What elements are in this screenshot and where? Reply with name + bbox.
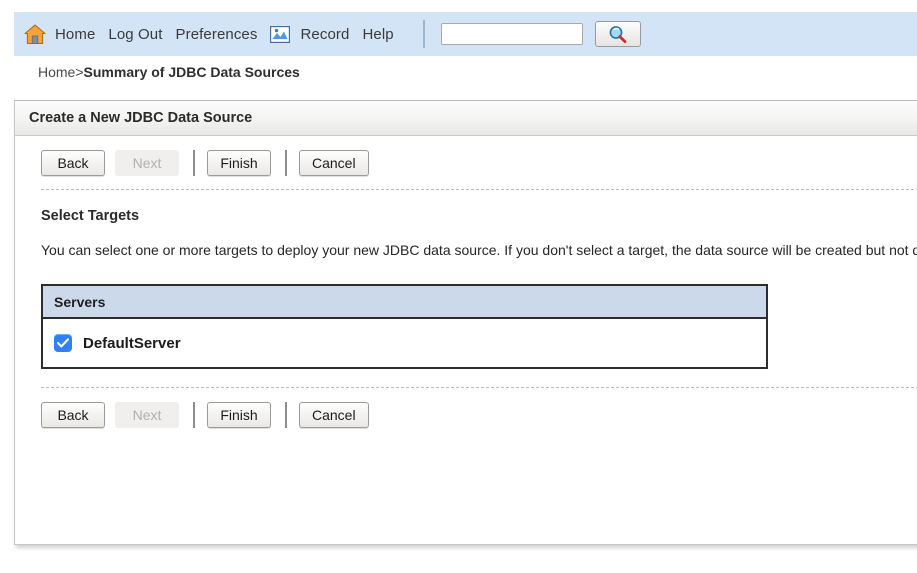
- finish-button-top[interactable]: Finish: [207, 150, 271, 176]
- server-name-label: DefaultServer: [83, 334, 181, 352]
- home-icon[interactable]: [24, 23, 46, 45]
- bottom-bar-wrap: Back Next Finish Cancel: [15, 369, 917, 441]
- panel-body: Back Next Finish Cancel Select Targets Y…: [15, 136, 917, 441]
- servers-table-header: Servers: [43, 286, 766, 319]
- toolbar-divider: [422, 20, 425, 48]
- check-icon: [57, 338, 69, 348]
- button-divider: [193, 402, 195, 428]
- back-button-top[interactable]: Back: [41, 150, 105, 176]
- search-button[interactable]: [594, 21, 641, 47]
- table-row[interactable]: DefaultServer: [43, 319, 766, 367]
- toolbar-link-record[interactable]: Record: [300, 26, 349, 43]
- button-divider: [285, 402, 287, 428]
- next-button-bottom: Next: [115, 402, 179, 428]
- servers-table: Servers DefaultServer: [41, 284, 768, 369]
- breadcrumb-home[interactable]: Home: [38, 64, 75, 80]
- search-input[interactable]: [440, 23, 583, 45]
- page-title: Create a New JDBC Data Source: [15, 101, 917, 136]
- next-button-top: Next: [115, 150, 179, 176]
- column-header-servers: Servers: [54, 293, 106, 310]
- breadcrumb-separator: >: [75, 64, 84, 80]
- top-button-bar: Back Next Finish Cancel: [15, 136, 917, 189]
- section-heading: Select Targets: [41, 208, 140, 224]
- magnifier-icon: [609, 25, 627, 43]
- breadcrumb-current: Summary of JDBC Data Sources: [83, 64, 300, 80]
- breadcrumb: Home>Summary of JDBC Data Sources: [38, 64, 300, 80]
- section-description: You can select one or more targets to de…: [41, 242, 917, 258]
- toolbar-link-home[interactable]: Home: [55, 26, 95, 43]
- toolbar-link-help[interactable]: Help: [362, 26, 393, 43]
- top-toolbar: Home Log Out Preferences Record Help: [14, 12, 917, 56]
- server-checkbox-defaultserver[interactable]: [54, 334, 72, 352]
- toolbar-link-log-out[interactable]: Log Out: [108, 26, 162, 43]
- finish-button-bottom[interactable]: Finish: [207, 402, 271, 428]
- main-panel: Create a New JDBC Data Source Back Next …: [14, 100, 917, 545]
- button-divider: [193, 150, 195, 176]
- bottom-button-bar: Back Next Finish Cancel: [15, 388, 917, 441]
- button-divider: [285, 150, 287, 176]
- cancel-button-top[interactable]: Cancel: [299, 150, 369, 176]
- back-button-bottom[interactable]: Back: [41, 402, 105, 428]
- image-chart-icon[interactable]: [270, 25, 291, 43]
- cancel-button-bottom[interactable]: Cancel: [299, 402, 369, 428]
- toolbar-link-preferences[interactable]: Preferences: [176, 26, 258, 43]
